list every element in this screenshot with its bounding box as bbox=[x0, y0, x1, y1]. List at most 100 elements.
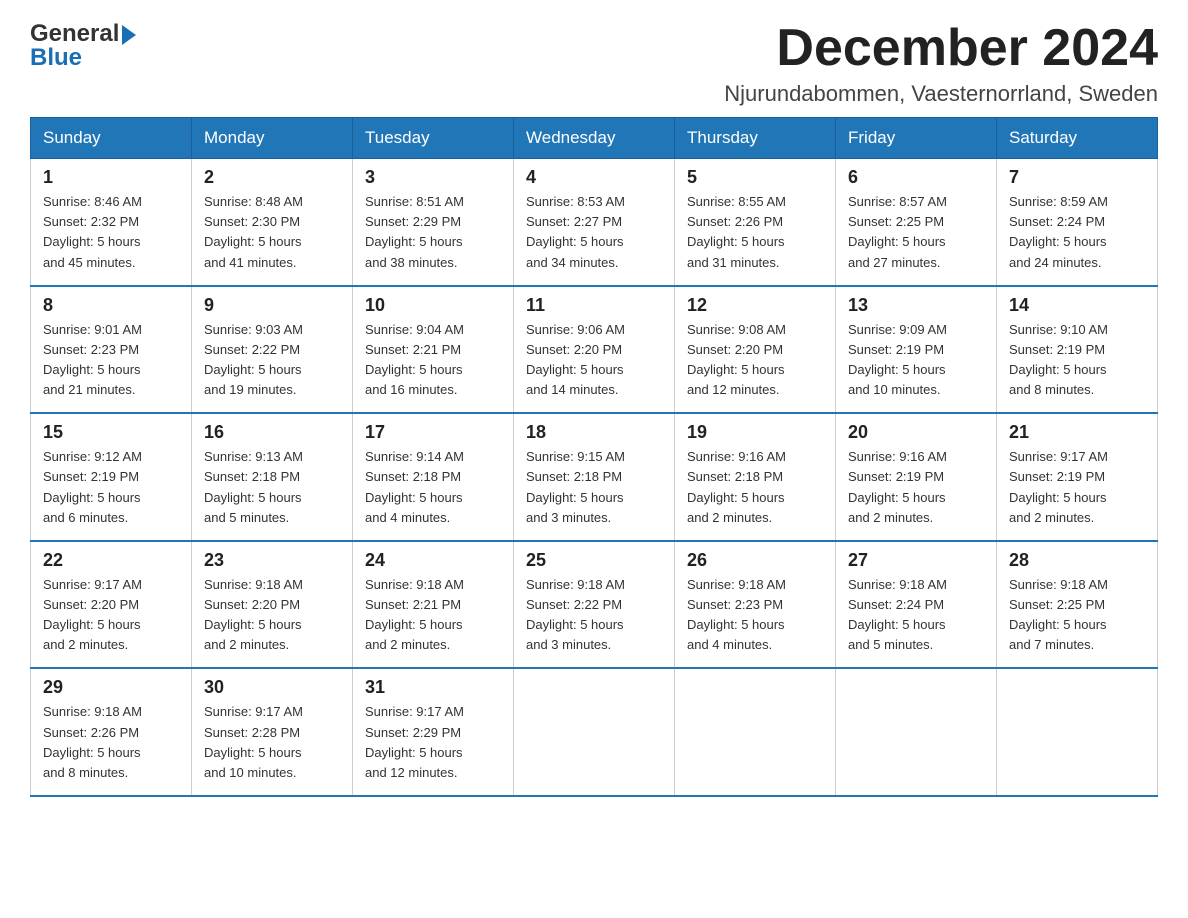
day-number: 14 bbox=[1009, 295, 1145, 316]
calendar-cell: 21 Sunrise: 9:17 AMSunset: 2:19 PMDayligh… bbox=[997, 413, 1158, 541]
calendar-cell: 28 Sunrise: 9:18 AMSunset: 2:25 PMDayligh… bbox=[997, 541, 1158, 669]
calendar-cell: 8 Sunrise: 9:01 AMSunset: 2:23 PMDaylight… bbox=[31, 286, 192, 414]
day-number: 30 bbox=[204, 677, 340, 698]
calendar-cell: 11Sunrise: 9:06 AMSunset: 2:20 PMDayligh… bbox=[514, 286, 675, 414]
day-info: Sunrise: 9:04 AMSunset: 2:21 PMDaylight:… bbox=[365, 320, 501, 401]
day-info: Sunrise: 8:57 AMSunset: 2:25 PMDaylight:… bbox=[848, 192, 984, 273]
calendar-cell: 2 Sunrise: 8:48 AMSunset: 2:30 PMDaylight… bbox=[192, 159, 353, 286]
day-info: Sunrise: 9:10 AMSunset: 2:19 PMDaylight:… bbox=[1009, 320, 1145, 401]
day-number: 31 bbox=[365, 677, 501, 698]
day-info: Sunrise: 8:48 AMSunset: 2:30 PMDaylight:… bbox=[204, 192, 340, 273]
day-number: 21 bbox=[1009, 422, 1145, 443]
day-info: Sunrise: 9:03 AMSunset: 2:22 PMDaylight:… bbox=[204, 320, 340, 401]
week-row-4: 22Sunrise: 9:17 AMSunset: 2:20 PMDayligh… bbox=[31, 541, 1158, 669]
day-number: 8 bbox=[43, 295, 179, 316]
day-info: Sunrise: 8:51 AMSunset: 2:29 PMDaylight:… bbox=[365, 192, 501, 273]
day-info: Sunrise: 9:13 AMSunset: 2:18 PMDaylight:… bbox=[204, 447, 340, 528]
day-number: 12 bbox=[687, 295, 823, 316]
day-number: 6 bbox=[848, 167, 984, 188]
day-number: 11 bbox=[526, 295, 662, 316]
day-number: 10 bbox=[365, 295, 501, 316]
calendar-cell: 20 Sunrise: 9:16 AMSunset: 2:19 PMDayligh… bbox=[836, 413, 997, 541]
day-number: 15 bbox=[43, 422, 179, 443]
day-number: 18 bbox=[526, 422, 662, 443]
day-number: 2 bbox=[204, 167, 340, 188]
day-info: Sunrise: 9:18 AMSunset: 2:20 PMDaylight:… bbox=[204, 575, 340, 656]
calendar-cell: 5 Sunrise: 8:55 AMSunset: 2:26 PMDaylight… bbox=[675, 159, 836, 286]
calendar-cell: 22Sunrise: 9:17 AMSunset: 2:20 PMDayligh… bbox=[31, 541, 192, 669]
day-number: 17 bbox=[365, 422, 501, 443]
week-row-5: 29 Sunrise: 9:18 AMSunset: 2:26 PMDayligh… bbox=[31, 668, 1158, 796]
day-number: 22 bbox=[43, 550, 179, 571]
logo-blue-text: Blue bbox=[30, 44, 82, 72]
day-info: Sunrise: 9:09 AMSunset: 2:19 PMDaylight:… bbox=[848, 320, 984, 401]
day-number: 28 bbox=[1009, 550, 1145, 571]
header-monday: Monday bbox=[192, 118, 353, 159]
day-number: 5 bbox=[687, 167, 823, 188]
calendar-cell bbox=[836, 668, 997, 796]
day-number: 20 bbox=[848, 422, 984, 443]
day-info: Sunrise: 9:17 AMSunset: 2:19 PMDaylight:… bbox=[1009, 447, 1145, 528]
calendar-cell bbox=[514, 668, 675, 796]
day-info: Sunrise: 8:55 AMSunset: 2:26 PMDaylight:… bbox=[687, 192, 823, 273]
day-number: 9 bbox=[204, 295, 340, 316]
calendar-cell: 10 Sunrise: 9:04 AMSunset: 2:21 PMDayligh… bbox=[353, 286, 514, 414]
header-wednesday: Wednesday bbox=[514, 118, 675, 159]
day-number: 19 bbox=[687, 422, 823, 443]
day-number: 1 bbox=[43, 167, 179, 188]
day-info: Sunrise: 9:15 AMSunset: 2:18 PMDaylight:… bbox=[526, 447, 662, 528]
calendar-cell: 24 Sunrise: 9:18 AMSunset: 2:21 PMDayligh… bbox=[353, 541, 514, 669]
day-number: 24 bbox=[365, 550, 501, 571]
calendar-cell: 18 Sunrise: 9:15 AMSunset: 2:18 PMDayligh… bbox=[514, 413, 675, 541]
day-info: Sunrise: 9:17 AMSunset: 2:29 PMDaylight:… bbox=[365, 702, 501, 783]
week-row-1: 1 Sunrise: 8:46 AMSunset: 2:32 PMDaylight… bbox=[31, 159, 1158, 286]
day-info: Sunrise: 9:12 AMSunset: 2:19 PMDaylight:… bbox=[43, 447, 179, 528]
header-tuesday: Tuesday bbox=[353, 118, 514, 159]
day-info: Sunrise: 8:46 AMSunset: 2:32 PMDaylight:… bbox=[43, 192, 179, 273]
calendar-cell bbox=[997, 668, 1158, 796]
logo: General Blue bbox=[30, 20, 136, 72]
day-info: Sunrise: 9:08 AMSunset: 2:20 PMDaylight:… bbox=[687, 320, 823, 401]
day-number: 29 bbox=[43, 677, 179, 698]
day-info: Sunrise: 9:18 AMSunset: 2:24 PMDaylight:… bbox=[848, 575, 984, 656]
day-info: Sunrise: 9:01 AMSunset: 2:23 PMDaylight:… bbox=[43, 320, 179, 401]
calendar-table: Sunday Monday Tuesday Wednesday Thursday… bbox=[30, 117, 1158, 797]
calendar-cell: 4 Sunrise: 8:53 AMSunset: 2:27 PMDaylight… bbox=[514, 159, 675, 286]
calendar-cell: 1 Sunrise: 8:46 AMSunset: 2:32 PMDaylight… bbox=[31, 159, 192, 286]
day-info: Sunrise: 9:17 AMSunset: 2:28 PMDaylight:… bbox=[204, 702, 340, 783]
calendar-cell: 19Sunrise: 9:16 AMSunset: 2:18 PMDayligh… bbox=[675, 413, 836, 541]
week-row-2: 8 Sunrise: 9:01 AMSunset: 2:23 PMDaylight… bbox=[31, 286, 1158, 414]
day-info: Sunrise: 9:18 AMSunset: 2:26 PMDaylight:… bbox=[43, 702, 179, 783]
day-info: Sunrise: 9:18 AMSunset: 2:25 PMDaylight:… bbox=[1009, 575, 1145, 656]
calendar-cell: 25Sunrise: 9:18 AMSunset: 2:22 PMDayligh… bbox=[514, 541, 675, 669]
day-info: Sunrise: 9:14 AMSunset: 2:18 PMDaylight:… bbox=[365, 447, 501, 528]
day-number: 4 bbox=[526, 167, 662, 188]
day-info: Sunrise: 8:59 AMSunset: 2:24 PMDaylight:… bbox=[1009, 192, 1145, 273]
header-saturday: Saturday bbox=[997, 118, 1158, 159]
calendar-cell: 9 Sunrise: 9:03 AMSunset: 2:22 PMDaylight… bbox=[192, 286, 353, 414]
location-title: Njurundabommen, Vaesternorrland, Sweden bbox=[724, 81, 1158, 107]
calendar-cell: 14 Sunrise: 9:10 AMSunset: 2:19 PMDayligh… bbox=[997, 286, 1158, 414]
week-row-3: 15 Sunrise: 9:12 AMSunset: 2:19 PMDayligh… bbox=[31, 413, 1158, 541]
calendar-cell: 16Sunrise: 9:13 AMSunset: 2:18 PMDayligh… bbox=[192, 413, 353, 541]
calendar-cell: 3Sunrise: 8:51 AMSunset: 2:29 PMDaylight… bbox=[353, 159, 514, 286]
day-number: 25 bbox=[526, 550, 662, 571]
day-number: 7 bbox=[1009, 167, 1145, 188]
day-info: Sunrise: 9:18 AMSunset: 2:21 PMDaylight:… bbox=[365, 575, 501, 656]
day-info: Sunrise: 8:53 AMSunset: 2:27 PMDaylight:… bbox=[526, 192, 662, 273]
day-number: 23 bbox=[204, 550, 340, 571]
header-sunday: Sunday bbox=[31, 118, 192, 159]
calendar-cell: 12 Sunrise: 9:08 AMSunset: 2:20 PMDayligh… bbox=[675, 286, 836, 414]
calendar-cell: 23 Sunrise: 9:18 AMSunset: 2:20 PMDayligh… bbox=[192, 541, 353, 669]
calendar-cell: 27 Sunrise: 9:18 AMSunset: 2:24 PMDayligh… bbox=[836, 541, 997, 669]
calendar-cell: 7 Sunrise: 8:59 AMSunset: 2:24 PMDaylight… bbox=[997, 159, 1158, 286]
calendar-cell: 26Sunrise: 9:18 AMSunset: 2:23 PMDayligh… bbox=[675, 541, 836, 669]
day-info: Sunrise: 9:16 AMSunset: 2:19 PMDaylight:… bbox=[848, 447, 984, 528]
day-number: 13 bbox=[848, 295, 984, 316]
calendar-cell: 29 Sunrise: 9:18 AMSunset: 2:26 PMDayligh… bbox=[31, 668, 192, 796]
day-number: 27 bbox=[848, 550, 984, 571]
logo-triangle-icon bbox=[122, 25, 136, 45]
day-info: Sunrise: 9:18 AMSunset: 2:23 PMDaylight:… bbox=[687, 575, 823, 656]
calendar-cell bbox=[675, 668, 836, 796]
calendar-cell: 15 Sunrise: 9:12 AMSunset: 2:19 PMDayligh… bbox=[31, 413, 192, 541]
